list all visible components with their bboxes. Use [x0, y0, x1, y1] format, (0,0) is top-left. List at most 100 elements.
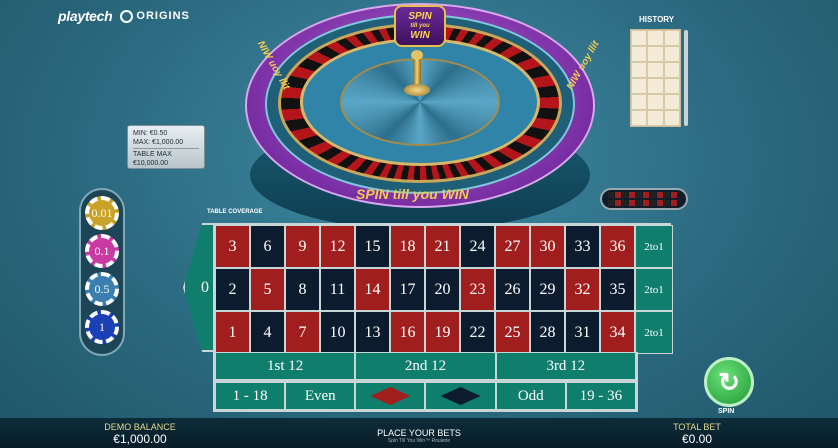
bet-spot-2nd-12[interactable]: 2nd 12 [355, 352, 496, 380]
origins-ring-icon [120, 9, 134, 23]
history-scrollbar[interactable] [684, 30, 688, 126]
history-board [630, 29, 681, 127]
bet-spot-number-25[interactable]: 25 [495, 311, 530, 354]
bet-spot-number-19[interactable]: 19 [425, 311, 460, 354]
bet-spot-even[interactable]: Even [285, 382, 356, 410]
bet-spot-number-1[interactable]: 1 [215, 311, 250, 354]
racetrack-pocket [671, 192, 677, 198]
turret-knob [411, 50, 423, 60]
bet-spot-19-36[interactable]: 19 - 36 [565, 382, 636, 410]
bet-spot-black[interactable] [425, 382, 496, 410]
history-cell [647, 94, 664, 110]
logo-line-2: till you [410, 23, 430, 29]
chip-1[interactable]: 1 [85, 310, 119, 344]
bet-spot-number-35[interactable]: 35 [600, 268, 635, 311]
table-max-label: TABLE MAX [133, 151, 172, 158]
bet-spot-zero[interactable]: 0 [183, 223, 215, 352]
bet-spot-number-15[interactable]: 15 [355, 225, 390, 268]
bet-spot-number-23[interactable]: 23 [460, 268, 495, 311]
logo-line-1: SPIN [408, 11, 432, 22]
bet-spot-number-12[interactable]: 12 [320, 225, 355, 268]
bet-spot-number-10[interactable]: 10 [320, 311, 355, 354]
bet-spot-odd[interactable]: Odd [495, 382, 566, 410]
bet-spot-number-36[interactable]: 36 [600, 225, 635, 268]
bet-spot-number-17[interactable]: 17 [390, 268, 425, 311]
bet-spot-number-33[interactable]: 33 [565, 225, 600, 268]
bet-spot-red[interactable] [355, 382, 426, 410]
bet-spot-number-18[interactable]: 18 [390, 225, 425, 268]
chip-value: 0.1 [90, 239, 114, 263]
max-bet-label: MAX: €1,000.00 [133, 139, 184, 146]
racetrack-pocket [608, 199, 614, 206]
bet-spot-number-16[interactable]: 16 [390, 311, 425, 354]
history-cell [647, 78, 664, 94]
total-bet-display: TOTAL BET €0.00 [652, 422, 742, 446]
chip-0-1[interactable]: 0.1 [85, 234, 119, 268]
limits-divider [133, 148, 199, 149]
bet-spot-number-11[interactable]: 11 [320, 268, 355, 311]
racetrack-pocket [622, 199, 628, 206]
number-bet-grid: 3 6 9 12 15 18 21 24 27 30 33 36 2to1 2 5 8 11 14 17 20 23 26… [213, 223, 673, 354]
bet-spot-number-5[interactable]: 5 [250, 268, 285, 311]
bet-spot-column-1[interactable]: 2to1 [635, 225, 673, 268]
min-bet-label: MIN: €0.50 [133, 130, 168, 137]
game-stage: playtech ORIGINS MIN: €0.50 MAX: €1,000.… [0, 0, 838, 448]
game-name: Spin Till You Win™ Roulette [387, 438, 451, 444]
bet-spot-number-9[interactable]: 9 [285, 225, 320, 268]
history-cell [631, 30, 648, 46]
bet-spot-number-6[interactable]: 6 [250, 225, 285, 268]
history-cell [647, 46, 664, 62]
chip-0-5[interactable]: 0.5 [85, 272, 119, 306]
history-cell [663, 94, 680, 110]
bet-spot-number-29[interactable]: 29 [530, 268, 565, 311]
total-bet-label: TOTAL BET [673, 422, 721, 432]
bet-spot-1st-12[interactable]: 1st 12 [215, 352, 356, 380]
wheel-turret [402, 50, 432, 102]
bet-spot-number-20[interactable]: 20 [425, 268, 460, 311]
racetrack-pocket [608, 192, 614, 198]
spin-label: SPIN [718, 408, 735, 415]
bet-spot-number-32[interactable]: 32 [565, 268, 600, 311]
racetrack-pocket [643, 192, 649, 198]
bet-spot-1-18[interactable]: 1 - 18 [215, 382, 286, 410]
bet-spot-number-21[interactable]: 21 [425, 225, 460, 268]
balance-label: DEMO BALANCE [104, 422, 176, 432]
bet-spot-column-3[interactable]: 2to1 [635, 311, 673, 354]
bet-spot-number-7[interactable]: 7 [285, 311, 320, 354]
history-cell [631, 78, 648, 94]
black-diamond-icon [440, 387, 481, 405]
bet-spot-number-14[interactable]: 14 [355, 268, 390, 311]
bet-spot-number-26[interactable]: 26 [495, 268, 530, 311]
racetrack-pocket [643, 199, 649, 206]
bet-spot-number-27[interactable]: 27 [495, 225, 530, 268]
bet-spot-number-34[interactable]: 34 [600, 311, 635, 354]
bet-spot-number-2[interactable]: 2 [215, 268, 250, 311]
bet-spot-number-30[interactable]: 30 [530, 225, 565, 268]
spin-refresh-icon: ↻ [718, 366, 740, 397]
racetrack-pocket [650, 199, 656, 206]
dozen-bets: 1st 12 2nd 12 3rd 12 [213, 352, 638, 382]
red-diamond-icon [370, 387, 411, 405]
racetrack-pocket [664, 192, 670, 198]
bet-spot-number-22[interactable]: 22 [460, 311, 495, 354]
chip-value: 0.01 [90, 201, 114, 225]
chip-0-01[interactable]: 0.01 [85, 196, 119, 230]
bet-spot-3rd-12[interactable]: 3rd 12 [495, 352, 636, 380]
history-cell [647, 30, 664, 46]
bet-spot-number-8[interactable]: 8 [285, 268, 320, 311]
bet-spot-column-2[interactable]: 2to1 [635, 268, 673, 311]
bet-spot-number-3[interactable]: 3 [215, 225, 250, 268]
chip-selector: 0.01 0.1 0.5 1 [79, 188, 125, 356]
bet-spot-number-31[interactable]: 31 [565, 311, 600, 354]
racetrack-toggle[interactable] [600, 188, 688, 210]
history-cell [663, 46, 680, 62]
bet-spot-number-4[interactable]: 4 [250, 311, 285, 354]
history-cell [647, 110, 664, 126]
bet-spot-number-24[interactable]: 24 [460, 225, 495, 268]
bet-spot-number-28[interactable]: 28 [530, 311, 565, 354]
spin-button[interactable]: ↻ [704, 357, 754, 407]
history-title: HISTORY [639, 15, 675, 24]
table-limits-panel: MIN: €0.50 MAX: €1,000.00 TABLE MAX €10,… [127, 125, 205, 169]
racetrack-pocket [636, 199, 642, 206]
bet-spot-number-13[interactable]: 13 [355, 311, 390, 354]
